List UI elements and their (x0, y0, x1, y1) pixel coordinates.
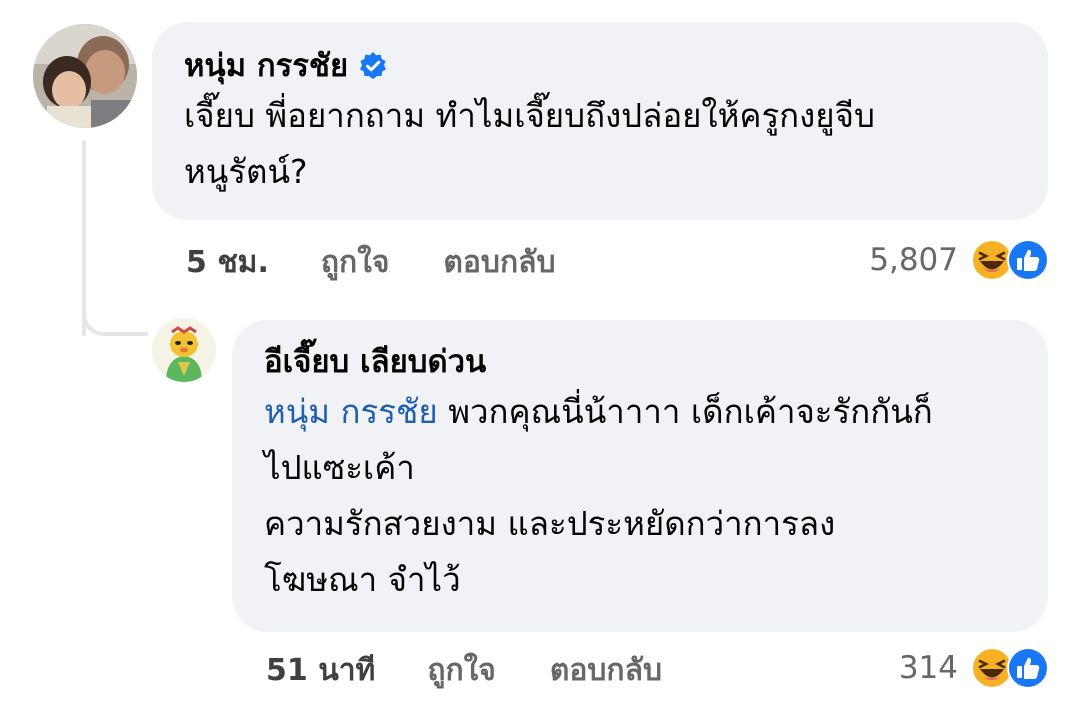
reply-text: หนุ่ม กรรชัย พวกคุณนี่น้าาาา เด็กเค้าจะร… (264, 392, 933, 599)
thread-connector-curve (82, 314, 148, 336)
thread-connector (82, 140, 86, 336)
like-button[interactable]: ถูกใจ (321, 239, 390, 286)
comment-author[interactable]: หนุ่ม กรรชัย (184, 46, 348, 86)
comment-bubble: หนุ่ม กรรชัย เจี๊ยบ พี่อยากถาม ทำไมเจี๊ย… (152, 22, 1048, 220)
reaction-summary[interactable]: 5,807 (869, 236, 1050, 284)
reply-reply-button[interactable]: ตอบกลับ (550, 647, 662, 694)
comment-timestamp[interactable]: 5 ชม. (186, 239, 269, 286)
avatar[interactable] (33, 24, 137, 128)
reply-reaction-summary[interactable]: 314 (899, 644, 1050, 692)
comment-text: เจี๊ยบ พี่อยากถาม ทำไมเจี๊ยบถึงปล่อยให้ค… (184, 96, 875, 191)
like-icon (1007, 239, 1049, 281)
reply-bubble: อีเจี๊ยบ เลียบด่วน หนุ่ม กรรชัย พวกคุณนี… (232, 320, 1048, 632)
reply-like-button[interactable]: ถูกใจ (427, 647, 496, 694)
reply-avatar[interactable] (152, 318, 216, 382)
reply-actions: 51 นาที ถูกใจ ตอบกลับ (266, 648, 662, 692)
reaction-count: 5,807 (869, 242, 958, 278)
like-icon (1007, 647, 1049, 689)
comment-actions: 5 ชม. ถูกใจ ตอบกลับ (186, 240, 556, 284)
reply-button[interactable]: ตอบกลับ (443, 239, 555, 286)
reply-author[interactable]: อีเจี๊ยบ เลียบด่วน (264, 342, 486, 382)
mention-link[interactable]: หนุ่ม กรรชัย (264, 392, 438, 431)
verified-badge-icon (360, 52, 387, 79)
reply-timestamp[interactable]: 51 นาที (266, 647, 375, 694)
reply-reaction-count: 314 (898, 650, 958, 686)
